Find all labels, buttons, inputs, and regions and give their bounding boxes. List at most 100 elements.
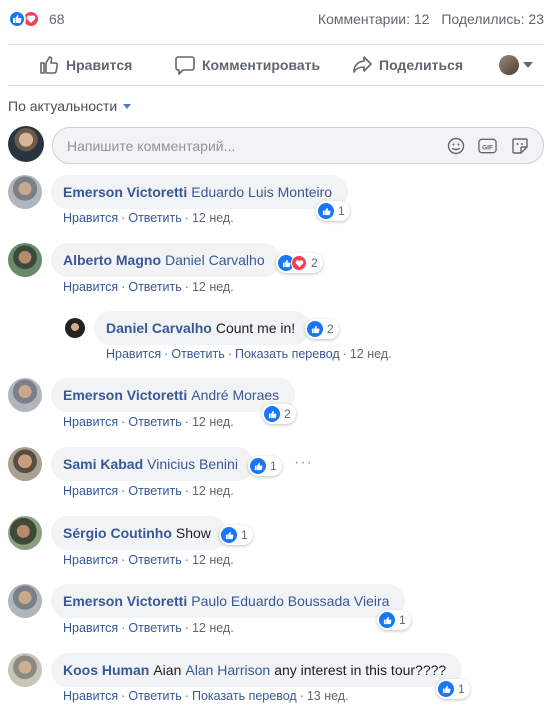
- comment-author[interactable]: Alberto Magno: [63, 252, 161, 268]
- comment-reply-link[interactable]: Ответить: [128, 280, 181, 294]
- comment-author[interactable]: Sérgio Coutinho: [63, 525, 172, 541]
- comment-text: any interest in this tour????: [274, 662, 447, 678]
- like-icon: [221, 527, 237, 543]
- comment-input-placeholder: Напишите комментарий...: [67, 138, 236, 154]
- comment-like-link[interactable]: Нравится: [63, 553, 118, 567]
- separator: ·: [184, 689, 189, 703]
- more-dots-icon[interactable]: ···: [294, 454, 313, 472]
- shares-count-link[interactable]: Поделились: 23: [441, 11, 544, 27]
- sticker-icon[interactable]: [510, 136, 529, 155]
- comment-timestamp[interactable]: 12 нед.: [192, 553, 234, 567]
- separator: ·: [121, 553, 126, 567]
- comment-author[interactable]: Koos Human: [63, 662, 149, 678]
- comment-like-link[interactable]: Нравится: [63, 415, 118, 429]
- comment-mention[interactable]: Vinicius Benini: [147, 456, 238, 472]
- comment-bubble: Daniel Carvalho Count me in!: [94, 311, 312, 345]
- comment-author[interactable]: Emerson Victoretti: [63, 593, 187, 609]
- comment-mention[interactable]: Paulo Eduardo Boussada Vieira: [191, 593, 389, 609]
- gif-icon[interactable]: GIF: [478, 136, 497, 155]
- like-icon: [438, 681, 454, 697]
- comment-timestamp[interactable]: 12 нед.: [350, 347, 392, 361]
- emoji-icon[interactable]: [446, 136, 465, 155]
- like-button[interactable]: Нравится: [38, 45, 132, 85]
- reaction-badge[interactable]: 1: [219, 525, 253, 545]
- avatar[interactable]: [8, 447, 42, 481]
- separator: ·: [121, 280, 126, 294]
- separator: ·: [121, 621, 126, 635]
- reaction-badge[interactable]: 2: [276, 253, 323, 273]
- comment-like-link[interactable]: Нравится: [106, 347, 161, 361]
- comment-sort-dropdown[interactable]: По актуальности: [8, 98, 132, 114]
- separator: ·: [184, 621, 189, 635]
- comment-input[interactable]: Напишите комментарий... GIF: [52, 127, 544, 164]
- reaction-badge[interactable]: 2: [305, 319, 339, 339]
- comment-reply-link[interactable]: Ответить: [128, 484, 181, 498]
- comment-like-link[interactable]: Нравится: [63, 484, 118, 498]
- share-arrow-icon: [353, 56, 372, 73]
- reaction-count[interactable]: 68: [49, 11, 65, 27]
- post-action-bar: Нравится Комментировать Поделиться: [8, 44, 544, 86]
- comment-meta: Нравится · Ответить · Показать перевод · 13 не…: [63, 689, 349, 703]
- comment-reply-link[interactable]: Ответить: [128, 621, 181, 635]
- thumbs-up-outline-icon: [40, 56, 59, 74]
- comment-author[interactable]: Daniel Carvalho: [106, 320, 212, 336]
- comment-reply-link[interactable]: Ответить: [171, 347, 224, 361]
- reaction-badge[interactable]: 1: [316, 201, 350, 221]
- separator: ·: [342, 347, 347, 361]
- comment-reply-link[interactable]: Ответить: [128, 211, 181, 225]
- sort-label: По актуальности: [8, 98, 118, 114]
- comment-mention[interactable]: Alan Harrison: [185, 662, 270, 678]
- avatar[interactable]: [8, 243, 42, 277]
- comment-timestamp[interactable]: 12 нед.: [192, 211, 234, 225]
- avatar[interactable]: [8, 175, 42, 209]
- chevron-down-icon: [523, 62, 533, 68]
- comment-reply-link[interactable]: Ответить: [128, 553, 181, 567]
- comments-count-link[interactable]: Комментарии: 12: [318, 11, 430, 27]
- comment-author[interactable]: Sami Kabad: [63, 456, 143, 472]
- reaction-count: 2: [284, 407, 291, 421]
- share-button-label: Поделиться: [379, 57, 464, 73]
- comment-mention[interactable]: André Moraes: [191, 387, 279, 403]
- comment-author[interactable]: Emerson Victoretti: [63, 387, 187, 403]
- comment-meta: Нравится · Ответить · 12 нед.: [63, 621, 234, 635]
- avatar[interactable]: [8, 653, 42, 687]
- comment-like-link[interactable]: Нравится: [63, 211, 118, 225]
- comment-mention-prefix: Aian: [153, 662, 182, 678]
- comment-author[interactable]: Emerson Victoretti: [63, 184, 187, 200]
- comment-reply-link[interactable]: Ответить: [128, 415, 181, 429]
- separator: ·: [299, 689, 304, 703]
- reaction-stats-bar: 68 Комментарии: 12 Поделились: 23: [0, 0, 555, 36]
- comment-timestamp[interactable]: 12 нед.: [192, 484, 234, 498]
- reaction-badge[interactable]: 2: [262, 404, 296, 424]
- comment-like-link[interactable]: Нравится: [63, 280, 118, 294]
- comment-text: Show: [175, 525, 211, 541]
- comment-timestamp[interactable]: 12 нед.: [192, 415, 234, 429]
- reaction-icons[interactable]: [8, 10, 40, 28]
- reaction-badge[interactable]: 1: [248, 456, 282, 476]
- comment-button[interactable]: Комментировать: [174, 45, 320, 85]
- avatar[interactable]: [8, 378, 42, 412]
- svg-text:GIF: GIF: [482, 144, 493, 151]
- reaction-badge[interactable]: 1: [436, 679, 470, 699]
- audience-selector[interactable]: [499, 45, 539, 85]
- comment-mention[interactable]: Eduardo Luis Monteiro: [191, 184, 332, 200]
- avatar[interactable]: [65, 318, 85, 338]
- comment-mention[interactable]: Daniel Carvalho: [165, 252, 265, 268]
- show-translation-link[interactable]: Показать перевод: [235, 347, 340, 361]
- reaction-count: 1: [338, 204, 345, 218]
- share-button[interactable]: Поделиться: [351, 45, 463, 85]
- avatar: [8, 126, 44, 162]
- comment-timestamp[interactable]: 12 нед.: [192, 280, 234, 294]
- avatar[interactable]: [8, 516, 42, 550]
- comment-reply-link[interactable]: Ответить: [128, 689, 181, 703]
- chevron-down-icon: [123, 103, 132, 109]
- show-translation-link[interactable]: Показать перевод: [192, 689, 297, 703]
- comment-timestamp[interactable]: 13 нед.: [307, 689, 349, 703]
- comment-like-link[interactable]: Нравится: [63, 621, 118, 635]
- reaction-badge[interactable]: 1: [377, 610, 411, 630]
- comment-bubble: Sami Kabad Vinicius Benini: [51, 447, 254, 481]
- comment-like-link[interactable]: Нравится: [63, 689, 118, 703]
- comment-timestamp[interactable]: 12 нед.: [192, 621, 234, 635]
- comment-meta: Нравится · Ответить · 12 нед.: [63, 553, 234, 567]
- avatar[interactable]: [8, 584, 42, 618]
